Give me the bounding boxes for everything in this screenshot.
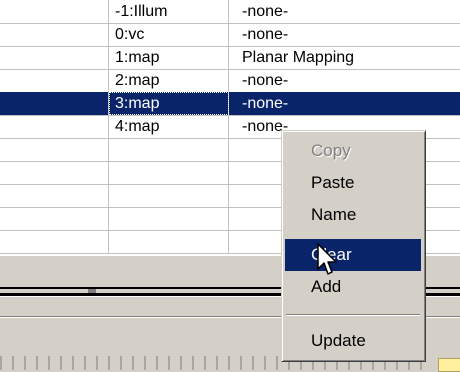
- row-header-cell: [0, 138, 109, 161]
- row-header-cell: [0, 69, 109, 92]
- channel-cell: 2:map: [109, 69, 229, 92]
- channel-cell: [109, 138, 229, 161]
- context-menu: Copy Paste Name Clear Add Update: [281, 130, 426, 362]
- channel-cell: -1:Illum: [109, 0, 229, 23]
- mapping-cell: -none-: [242, 95, 289, 112]
- channel-cell: 0:vc: [109, 23, 229, 46]
- table-row[interactable]: 2:map -none-: [0, 69, 460, 93]
- menu-item-paste[interactable]: Paste: [285, 167, 421, 199]
- menu-item-clear[interactable]: Clear: [285, 239, 421, 271]
- row-header-cell: [0, 23, 109, 46]
- row-header-cell: [0, 161, 109, 184]
- table-row[interactable]: 1:map Planar Mapping: [0, 46, 460, 70]
- table-row[interactable]: 0:vc -none-: [0, 23, 460, 47]
- channel-cell: [109, 184, 229, 207]
- channel-cell: [109, 207, 229, 230]
- arrow-cursor-icon: [317, 243, 337, 275]
- row-header-cell: [0, 115, 109, 138]
- channel-cell: [109, 161, 229, 184]
- channel-cell: 4:map: [109, 115, 229, 138]
- menu-item-copy: Copy: [311, 141, 351, 160]
- table-row-selected[interactable]: 3:map -none-: [0, 92, 460, 116]
- menu-item-name[interactable]: Name: [285, 199, 421, 231]
- row-header-cell: [0, 184, 109, 207]
- row-header-cell: [0, 207, 109, 230]
- menu-item-add[interactable]: Add: [285, 271, 421, 303]
- channel-cell: 1:map: [109, 46, 229, 69]
- mapping-cell: -none-: [242, 3, 289, 20]
- table-row[interactable]: -1:Illum -none-: [0, 0, 460, 24]
- mapping-cell: -none-: [242, 72, 289, 89]
- menu-item-update[interactable]: Update: [285, 325, 421, 357]
- row-header-cell: [0, 46, 109, 69]
- menu-separator: [286, 314, 420, 316]
- mapping-cell: Planar Mapping: [242, 49, 355, 66]
- channel-cell: 3:map: [109, 92, 229, 115]
- row-header-cell: [0, 92, 109, 115]
- channel-cell: [109, 230, 229, 253]
- row-header-cell: [0, 230, 109, 253]
- row-header-cell: [0, 0, 109, 23]
- mapping-cell: -none-: [242, 26, 289, 43]
